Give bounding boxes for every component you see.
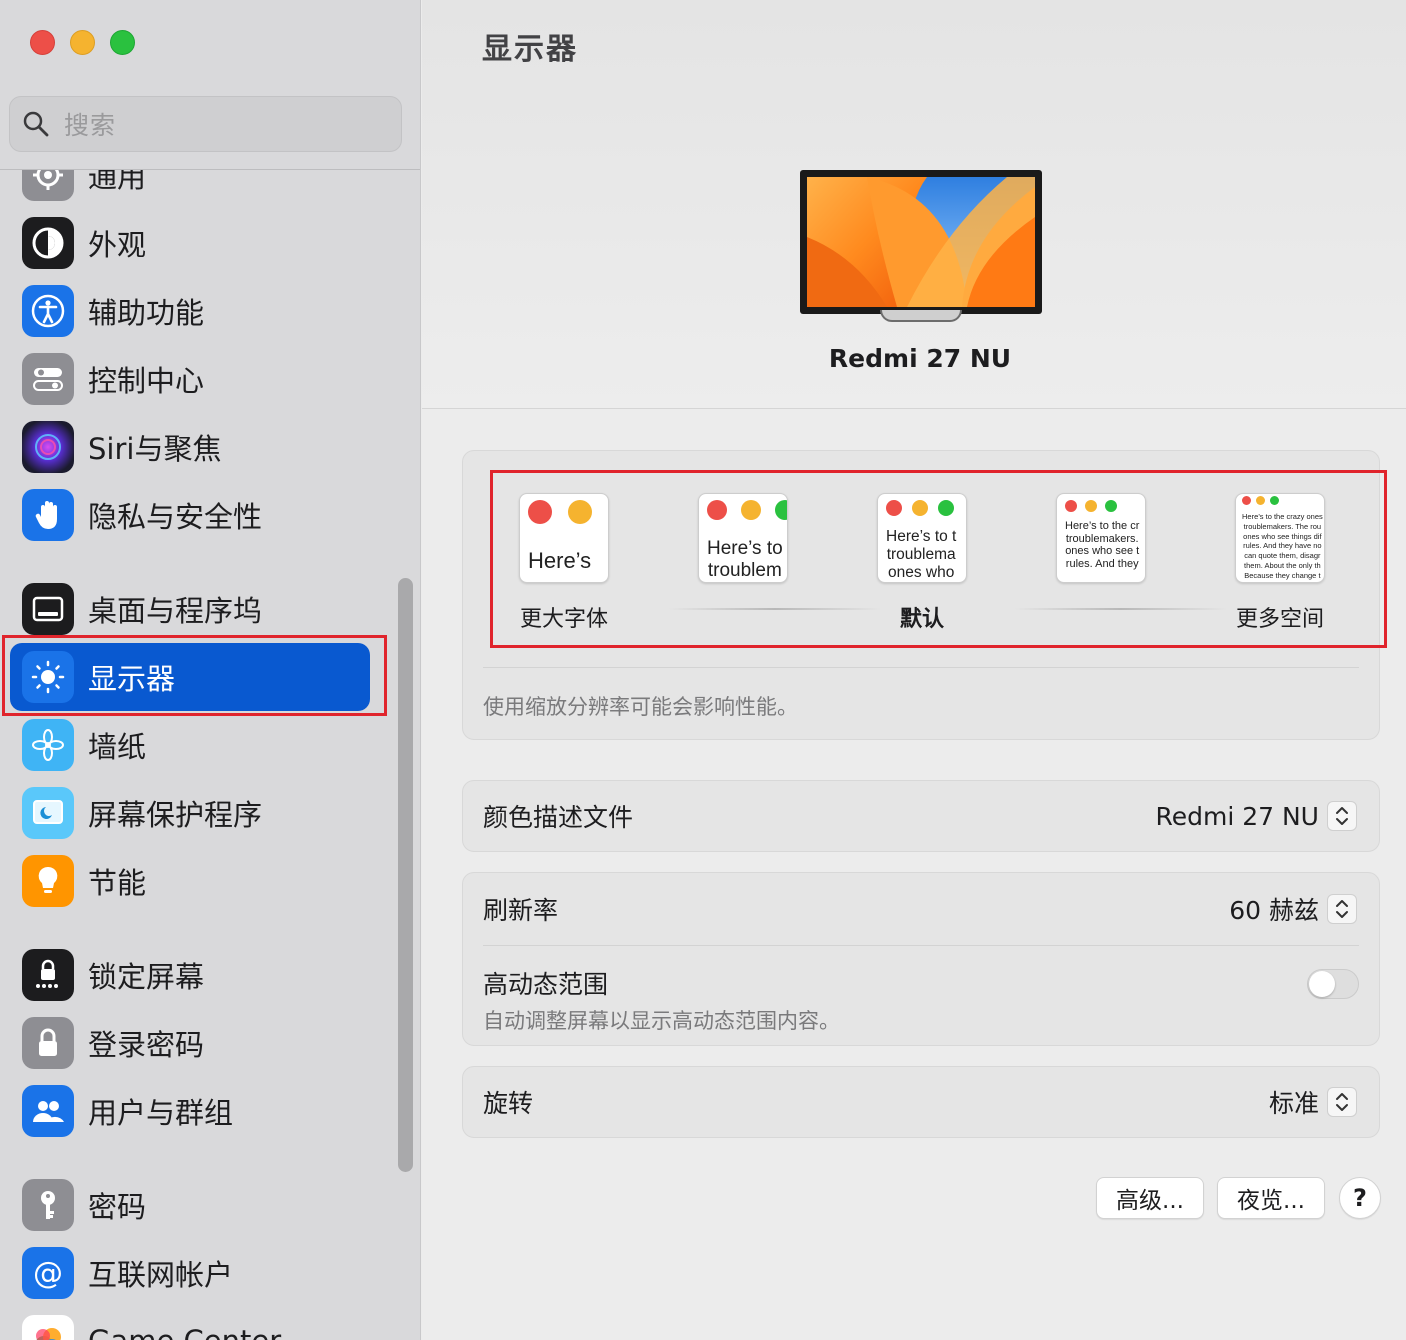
sidebar-item-label: 密码 <box>88 1190 147 1224</box>
sidebar-item-label: 用户与群组 <box>88 1096 234 1130</box>
at-icon: @ <box>22 1247 74 1299</box>
rotation-value: 标准 <box>1268 1089 1319 1118</box>
search-icon <box>23 111 49 137</box>
help-button[interactable]: ? <box>1339 1177 1381 1219</box>
lightbulb-icon <box>22 855 74 907</box>
color-profile-row: 颜色描述文件 Redmi 27 NU <box>462 780 1380 852</box>
sidebar-item-internet-accounts[interactable]: @ 互联网帐户 <box>10 1239 370 1307</box>
wallpaper-image <box>807 177 1035 307</box>
sidebar-item-passwords[interactable]: 密码 <box>10 1171 370 1239</box>
sidebar-item-label: 隐私与安全性 <box>88 500 263 534</box>
sidebar-item-privacy[interactable]: 隐私与安全性 <box>10 481 370 549</box>
rotation-popup[interactable]: 标准 <box>1269 1084 1357 1120</box>
advanced-button[interactable]: 高级... <box>1096 1177 1204 1219</box>
sidebar-item-login-password[interactable]: 登录密码 <box>10 1009 370 1077</box>
sidebar-item-label: 墙纸 <box>88 730 147 764</box>
sidebar-item-appearance[interactable]: 外观 <box>10 209 370 277</box>
sidebar-item-label: 桌面与程序坞 <box>88 594 263 628</box>
sidebar-item-general[interactable]: 通用 <box>10 170 370 209</box>
sidebar-item-siri[interactable]: Siri与聚焦 <box>10 413 370 481</box>
sidebar-item-label: Siri与聚焦 <box>88 432 222 466</box>
toggle-knob <box>1309 971 1335 997</box>
sidebar-item-label: 辅助功能 <box>88 296 205 330</box>
key-icon <box>22 1179 74 1231</box>
minimize-window-button[interactable] <box>70 30 95 55</box>
sidebar-item-desktop-dock[interactable]: 桌面与程序坞 <box>10 575 370 643</box>
sidebar-item-label: 通用 <box>88 170 147 194</box>
sidebar-item-label: 屏幕保护程序 <box>88 798 263 832</box>
chevron-up-down-icon <box>1327 801 1357 831</box>
control-center-icon <box>22 353 74 405</box>
color-profile-value: Redmi 27 NU <box>1155 801 1319 831</box>
sidebar-item-label: 外观 <box>88 228 147 262</box>
sidebar-item-screensaver[interactable]: 屏幕保护程序 <box>10 779 370 847</box>
close-window-button[interactable] <box>30 30 55 55</box>
highlight-box-resolution <box>490 470 1387 648</box>
window-controls <box>30 30 135 55</box>
users-icon <box>22 1085 74 1137</box>
highlight-box-sidebar <box>2 635 387 716</box>
sidebar-item-users-groups[interactable]: 用户与群组 <box>10 1077 370 1145</box>
hdr-row: 高动态范围 自动调整屏幕以显示高动态范围内容。 <box>483 965 1359 1035</box>
hand-icon <box>22 489 74 541</box>
search-field[interactable]: 搜索 <box>9 96 402 152</box>
monitor-name: Redmi 27 NU <box>828 344 1012 373</box>
sidebar-item-wallpaper[interactable]: 墙纸 <box>10 711 370 779</box>
game-center-icon <box>22 1315 74 1340</box>
divider <box>483 945 1359 946</box>
monitor-stand <box>880 310 962 322</box>
sidebar-item-label: 节能 <box>88 866 147 900</box>
refresh-rate-row: 刷新率 60 赫兹 <box>463 873 1379 945</box>
divider <box>483 667 1359 668</box>
monitor-image[interactable] <box>800 170 1042 326</box>
wallpaper-flower-icon <box>22 719 74 771</box>
lock-screen-icon <box>22 949 74 1001</box>
chevron-up-down-icon <box>1327 894 1357 924</box>
rotation-label: 旋转 <box>483 1089 534 1118</box>
rotation-row: 旋转 标准 <box>462 1066 1380 1138</box>
sidebar-item-label: 控制中心 <box>88 364 205 398</box>
padlock-icon <box>22 1017 74 1069</box>
display-header: 显示器 Redmi 27 NU <box>422 0 1406 409</box>
color-profile-popup[interactable]: Redmi 27 NU <box>1155 801 1357 831</box>
color-profile-label: 颜色描述文件 <box>483 803 634 832</box>
dock-icon <box>22 583 74 635</box>
refresh-hdr-card: 刷新率 60 赫兹 高动态范围 自动调整屏幕以显示高动态范围内容。 <box>462 872 1380 1046</box>
gear-icon <box>22 170 74 201</box>
sidebar-item-label: 锁定屏幕 <box>88 960 205 994</box>
sidebar-item-label: 登录密码 <box>88 1028 205 1062</box>
screensaver-icon <box>22 787 74 839</box>
hdr-description: 自动调整屏幕以显示高动态范围内容。 <box>483 1009 840 1033</box>
zoom-window-button[interactable] <box>110 30 135 55</box>
refresh-rate-popup[interactable]: 60 赫兹 <box>1229 891 1357 927</box>
accessibility-icon <box>22 285 74 337</box>
sidebar-item-accessibility[interactable]: 辅助功能 <box>10 277 370 345</box>
page-title: 显示器 <box>482 32 578 67</box>
appearance-icon <box>22 217 74 269</box>
search-placeholder: 搜索 <box>64 111 117 140</box>
hdr-toggle[interactable] <box>1307 969 1359 999</box>
refresh-rate-label: 刷新率 <box>483 896 559 925</box>
chevron-up-down-icon <box>1327 1087 1357 1117</box>
sidebar-item-energy[interactable]: 节能 <box>10 847 370 915</box>
sidebar-item-control-center[interactable]: 控制中心 <box>10 345 370 413</box>
hdr-label: 高动态范围 <box>483 970 609 999</box>
monitor-screen <box>800 170 1042 314</box>
resolution-note: 使用缩放分辨率可能会影响性能。 <box>483 695 798 719</box>
siri-icon <box>22 421 74 473</box>
night-shift-button[interactable]: 夜览... <box>1217 1177 1325 1219</box>
refresh-rate-value: 60 赫兹 <box>1229 896 1319 925</box>
sidebar-scrollbar[interactable] <box>398 578 413 1172</box>
sidebar-list: 通用 外观 辅助功能 控制中心 Siri与聚焦 隐私与安全性 桌面与程序坞 显示… <box>0 170 420 1340</box>
svg-text:@: @ <box>33 1256 63 1291</box>
sidebar-item-lock-screen[interactable]: 锁定屏幕 <box>10 941 370 1009</box>
sidebar-item-label: Game Center <box>88 1324 281 1340</box>
sidebar-item-game-center[interactable]: Game Center <box>10 1307 370 1340</box>
main-panel: 显示器 Redmi 27 NU Here’s 更大字体 Here’s to tr… <box>422 0 1406 1340</box>
sidebar-item-label: 互联网帐户 <box>88 1258 234 1292</box>
